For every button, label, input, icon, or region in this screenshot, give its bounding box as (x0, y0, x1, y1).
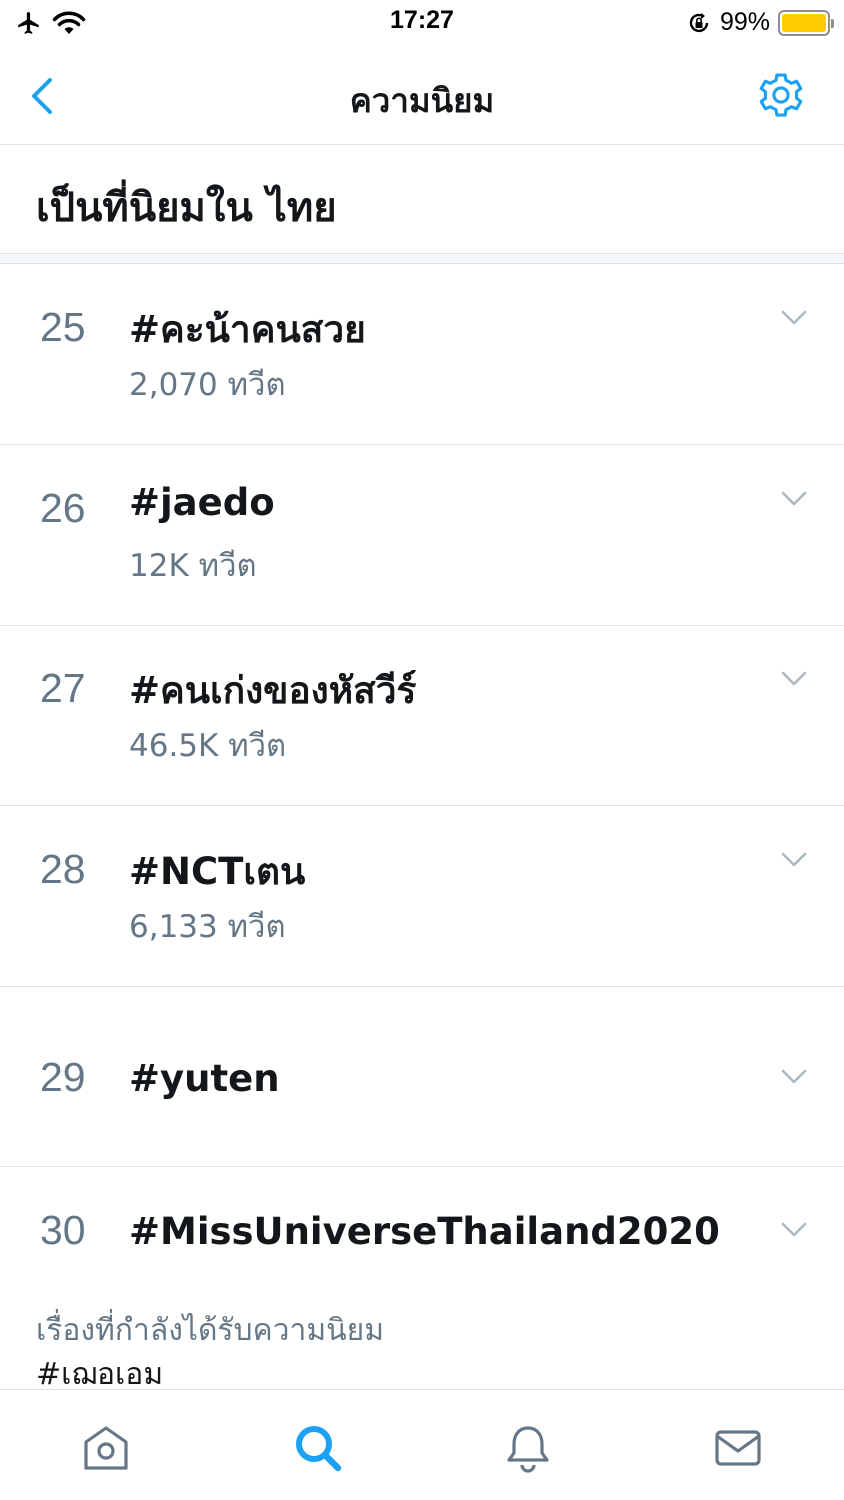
trend-item[interactable]: 27 #คนเก่งของหัสวีร์ 46.5K ทวีต (0, 625, 844, 806)
section-title: เป็นที่นิยมใน ไทย (36, 185, 337, 231)
chevron-down-icon[interactable] (780, 1221, 808, 1239)
search-icon[interactable] (290, 1420, 346, 1476)
gear-icon[interactable] (756, 70, 806, 120)
chevron-down-icon[interactable] (780, 309, 808, 327)
chevron-down-icon[interactable] (780, 670, 808, 688)
home-icon[interactable] (78, 1420, 134, 1476)
trend-rank: 25 (40, 304, 86, 350)
trend-tweet-count: 46.5K ทวีต (129, 728, 287, 764)
nav-bar: ความนิยม (0, 48, 844, 145)
trend-hashtag[interactable]: #MissUniverseThailand2020 (129, 1210, 720, 1253)
trend-rank: 28 (40, 846, 86, 892)
trend-hashtag[interactable]: #yuten (129, 1057, 280, 1100)
trend-item[interactable]: 26 #jaedo 12K ทวีต (0, 445, 844, 626)
trend-tweet-count: 12K ทวีต (129, 548, 257, 584)
trend-hashtag[interactable]: #คะน้าคนสวย (129, 300, 366, 359)
status-right: 99% (686, 8, 834, 37)
battery-level (782, 13, 826, 32)
trend-hashtag[interactable]: #คนเก่งของหัสวีร์ (129, 661, 416, 720)
chevron-down-icon[interactable] (780, 490, 808, 508)
page-title: ความนิยม (349, 81, 495, 120)
section-divider (0, 254, 844, 264)
trend-rank: 26 (40, 485, 86, 531)
trend-rank: 30 (40, 1207, 86, 1253)
trend-tweet-count: 6,133 ทวีต (129, 909, 286, 945)
trend-item[interactable]: 30 #MissUniverseThailand2020 เรื่องที่กำ… (0, 1167, 844, 1392)
trend-item[interactable]: 25 #คะน้าคนสวย 2,070 ทวีต (0, 264, 844, 445)
tab-bar (0, 1389, 844, 1500)
battery-icon (778, 9, 834, 36)
bell-icon[interactable] (500, 1420, 556, 1476)
trend-hashtag[interactable]: #NCTเตน (129, 842, 305, 901)
orientation-lock-icon (689, 12, 709, 32)
trend-item[interactable]: 29 #yuten (0, 986, 844, 1167)
trend-rank: 29 (40, 1054, 86, 1100)
chevron-down-icon[interactable] (780, 851, 808, 869)
battery-percent: 99% (719, 8, 770, 36)
trend-rank: 27 (40, 665, 86, 711)
trend-context-label: เรื่องที่กำลังได้รับความนิยม (36, 1313, 384, 1348)
mail-icon[interactable] (710, 1420, 766, 1476)
chevron-down-icon[interactable] (780, 1068, 808, 1086)
trend-tweet-count: 2,070 ทวีต (129, 367, 286, 403)
trend-item[interactable]: 28 #NCTเตน 6,133 ทวีต (0, 806, 844, 987)
section-header: เป็นที่นิยมใน ไทย (0, 145, 844, 254)
status-bar: 17:27 99% (0, 0, 844, 48)
trend-hashtag[interactable]: #jaedo (129, 481, 275, 524)
